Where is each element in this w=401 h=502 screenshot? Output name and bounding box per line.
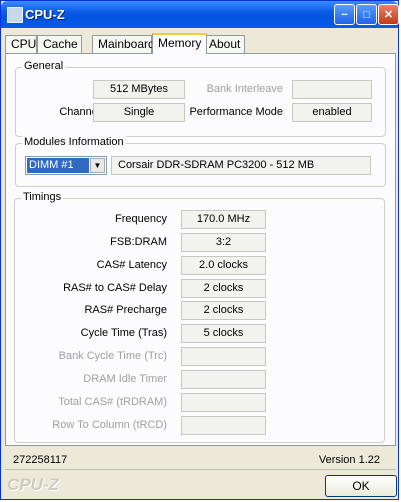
timing-label-dram-idle: DRAM Idle Timer bbox=[83, 373, 167, 385]
maximize-button[interactable]: □ bbox=[356, 4, 377, 25]
timing-value-ras-to-cas: 2 clocks bbox=[181, 279, 266, 298]
cpuz-app-icon bbox=[7, 7, 23, 23]
dimm-select-value: DIMM #1 bbox=[27, 158, 89, 173]
minimize-button[interactable]: − bbox=[334, 4, 355, 25]
timing-label-bank-cycle: Bank Cycle Time (Trc) bbox=[58, 350, 167, 362]
window-title: CPU-Z bbox=[25, 7, 65, 22]
timing-value-cas-latency: 2.0 clocks bbox=[181, 256, 266, 275]
cpuz-brand-logo: CPU-Z bbox=[7, 475, 59, 494]
timing-label-total-cas: Total CAS# (tRDRAM) bbox=[58, 396, 167, 408]
timing-value-bank-cycle bbox=[181, 347, 266, 366]
size-value: 512 MBytes bbox=[93, 80, 185, 99]
timing-value-cycle-time: 5 clocks bbox=[181, 324, 266, 343]
tab-memory[interactable]: Memory bbox=[152, 33, 207, 54]
timing-label-fsb-dram: FSB:DRAM bbox=[110, 236, 167, 248]
dimm-select[interactable]: DIMM #1 ▼ bbox=[25, 156, 107, 175]
title-bar[interactable]: CPU-Z − □ ✕ bbox=[1, 1, 399, 28]
ok-button[interactable]: OK bbox=[325, 475, 397, 497]
bank-interleave-label: Bank Interleave bbox=[206, 83, 283, 95]
general-title: General bbox=[22, 60, 66, 72]
timing-value-row-to-column bbox=[181, 416, 266, 435]
timing-value-fsb-dram: 3:2 bbox=[181, 233, 266, 252]
module-description: Corsair DDR-SDRAM PC3200 - 512 MB bbox=[111, 156, 371, 175]
timing-label-cas-latency: CAS# Latency bbox=[96, 259, 167, 271]
chevron-down-icon[interactable]: ▼ bbox=[90, 158, 105, 173]
timing-value-ras-precharge: 2 clocks bbox=[181, 301, 266, 320]
general-group: General bbox=[15, 60, 386, 137]
status-id: 272258117 bbox=[13, 454, 68, 466]
timing-label-cycle-time: Cycle Time (Tras) bbox=[80, 327, 167, 339]
performance-mode-label: Performance Mode bbox=[189, 106, 283, 118]
tab-about[interactable]: About bbox=[203, 35, 245, 53]
tab-cpu[interactable]: CPU bbox=[5, 35, 37, 53]
close-button[interactable]: ✕ bbox=[378, 4, 399, 25]
timing-label-ras-precharge: RAS# Precharge bbox=[84, 304, 167, 316]
version-label: Version 1.22 bbox=[318, 454, 380, 466]
timing-value-frequency: 170.0 MHz bbox=[181, 210, 266, 229]
cpuz-window: CPU-Z − □ ✕ CPU Cache Mainboard Memory A… bbox=[0, 0, 399, 500]
performance-mode-value: enabled bbox=[292, 103, 372, 122]
timing-value-total-cas bbox=[181, 393, 266, 412]
modules-title: Modules Information bbox=[22, 136, 126, 148]
tab-mainboard[interactable]: Mainboard bbox=[92, 35, 155, 53]
bank-interleave-value bbox=[292, 80, 372, 99]
timing-label-frequency: Frequency bbox=[115, 213, 167, 225]
timing-label-row-to-column: Row To Column (tRCD) bbox=[52, 419, 167, 431]
footer-divider bbox=[5, 469, 396, 470]
timing-label-ras-to-cas: RAS# to CAS# Delay bbox=[63, 282, 167, 294]
timings-title: Timings bbox=[21, 191, 64, 203]
channels-value: Single bbox=[93, 103, 185, 122]
tab-cache[interactable]: Cache bbox=[37, 35, 82, 53]
timing-value-dram-idle bbox=[181, 370, 266, 389]
